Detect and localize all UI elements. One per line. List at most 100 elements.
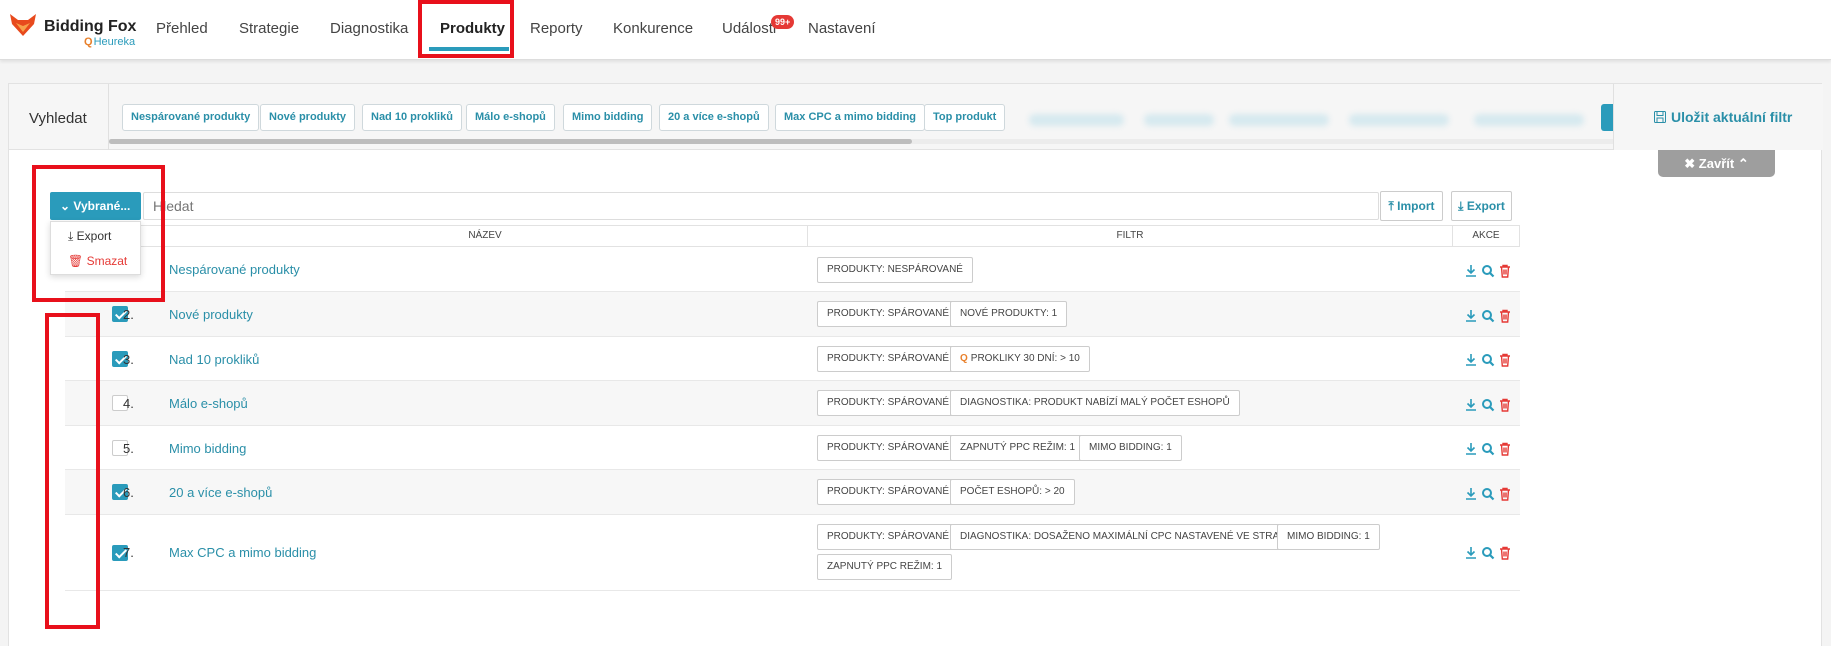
row-actions xyxy=(1464,263,1524,279)
highlight-produkty xyxy=(418,0,514,58)
search-icon[interactable] xyxy=(1481,263,1495,279)
filter-chip[interactable]: Málo e-shopů xyxy=(466,104,555,131)
trash-icon[interactable] xyxy=(1498,397,1512,413)
download-icon[interactable] xyxy=(1464,397,1478,413)
floppy-disk-icon xyxy=(1654,111,1666,123)
filter-tag: PRODUKTY: SPÁROVANÉ xyxy=(817,390,960,416)
filter-tag: PRODUKTY: NESPÁROVANÉ xyxy=(817,257,973,283)
logo-title: Bidding Fox xyxy=(44,18,137,35)
nav-prehled[interactable]: Přehled xyxy=(156,20,208,37)
main-card: Vyhledat Nespárované produkty Nové produ… xyxy=(8,83,1823,646)
download-icon[interactable] xyxy=(1464,545,1478,561)
search-icon[interactable] xyxy=(1481,441,1495,457)
fox-logo-icon xyxy=(10,14,36,36)
highlight-checkboxes xyxy=(45,313,100,629)
close-label: Zavřít xyxy=(1698,156,1735,171)
table-row: 3. Nad 10 prokliků PRODUKTY: SPÁROVANÉ Q… xyxy=(65,337,1520,381)
search-icon[interactable] xyxy=(1481,545,1495,561)
th-filter[interactable]: FILTR xyxy=(808,226,1453,246)
row-actions xyxy=(1464,545,1524,561)
search-icon[interactable] xyxy=(1481,352,1495,368)
filter-chip[interactable]: Top produkt xyxy=(924,104,1006,131)
row-actions xyxy=(1464,352,1524,368)
filter-tag: MIMO BIDDING: 1 xyxy=(1277,524,1380,550)
row-number: 5. xyxy=(123,441,134,456)
table-row: 2. Nové produkty PRODUKTY: SPÁROVANÉ NOV… xyxy=(65,292,1520,337)
row-name[interactable]: Mimo bidding xyxy=(169,441,246,456)
filter-tag: PRODUKTY: SPÁROVANÉ xyxy=(817,346,960,372)
download-icon[interactable] xyxy=(1464,486,1478,502)
dropdown-delete-label: Smazat xyxy=(86,254,128,268)
trash-icon: 🗑 xyxy=(68,254,84,268)
logo-subtitle-text: Heureka xyxy=(93,36,136,48)
row-number: 2. xyxy=(123,307,134,322)
chevron-up-icon: ⌃ xyxy=(1737,156,1749,171)
nav-diagnostika[interactable]: Diagnostika xyxy=(330,20,408,37)
save-filter-button[interactable]: Uložit aktuální filtr xyxy=(1613,84,1823,150)
row-name[interactable]: Nespárované produkty xyxy=(169,262,300,277)
table-row: Nespárované produkty PRODUKTY: NESPÁROVA… xyxy=(65,248,1520,292)
row-name[interactable]: Nové produkty xyxy=(169,307,253,322)
th-name[interactable]: NÁZEV xyxy=(163,226,808,246)
download-icon[interactable] xyxy=(1464,308,1478,324)
filter-tag: PRODUKTY: SPÁROVANÉ xyxy=(817,479,960,505)
upload-icon: ⤒ xyxy=(1388,199,1394,213)
filter-tag: ZAPNUTÝ PPC REŽIM: 1 xyxy=(817,554,953,580)
row-number: 4. xyxy=(123,396,134,411)
search-icon[interactable] xyxy=(1481,397,1495,413)
close-icon: ✖ xyxy=(1684,156,1696,171)
trash-icon[interactable] xyxy=(1498,545,1512,561)
filter-tag: ZAPNUTÝ PPC REŽIM: 1 xyxy=(950,435,1086,461)
filter-tag: Q PROKLIKY 30 DNÍ: > 10 xyxy=(950,346,1090,372)
trash-icon[interactable] xyxy=(1498,352,1512,368)
download-icon[interactable] xyxy=(1464,352,1478,368)
dropdown-delete[interactable]: 🗑 Smazat xyxy=(68,254,127,268)
row-actions xyxy=(1464,486,1524,502)
nav-reporty[interactable]: Reporty xyxy=(530,20,583,37)
filter-tag: POČET ESHOPŮ: > 20 xyxy=(950,479,1075,505)
row-name[interactable]: Málo e-shopů xyxy=(169,396,248,411)
th-actions: AKCE xyxy=(1472,230,1500,241)
trash-icon[interactable] xyxy=(1498,441,1512,457)
filter-chip[interactable]: Nespárované produkty xyxy=(122,104,260,131)
bulk-actions-dropdown: ⤓ Export 🗑 Smazat xyxy=(50,221,141,275)
nav-nastaveni[interactable]: Nastavení xyxy=(808,20,876,37)
filter-tag: MIMO BIDDING: 1 xyxy=(1079,435,1182,461)
nav-strategie[interactable]: Strategie xyxy=(239,20,299,37)
table-row: 4. Málo e-shopů PRODUKTY: SPÁROVANÉ DIAG… xyxy=(65,381,1520,426)
import-button[interactable]: ⤒ Import xyxy=(1380,191,1443,221)
export-button[interactable]: ⤓ Export xyxy=(1451,191,1512,221)
scrollbar-thumb[interactable] xyxy=(109,139,912,144)
logo[interactable]: Bidding Fox QHeureka xyxy=(10,12,150,52)
trash-icon[interactable] xyxy=(1498,486,1512,502)
trash-icon[interactable] xyxy=(1498,263,1512,279)
table-row: 5. Mimo bidding PRODUKTY: SPÁROVANÉ ZAPN… xyxy=(65,426,1520,470)
search-input[interactable] xyxy=(143,192,1379,220)
close-filters-button[interactable]: ✖ Zavřít ⌃ xyxy=(1658,150,1775,177)
filter-tag: PRODUKTY: SPÁROVANÉ xyxy=(817,301,960,327)
search-icon[interactable] xyxy=(1481,486,1495,502)
import-label: Import xyxy=(1397,199,1435,213)
row-name[interactable]: 20 a více e-shopů xyxy=(169,485,272,500)
nav-konkurence[interactable]: Konkurence xyxy=(613,20,693,37)
table-row: 7. Max CPC a mimo bidding PRODUKTY: SPÁR… xyxy=(65,515,1520,591)
row-name[interactable]: Nad 10 prokliků xyxy=(169,352,259,367)
nav-udalosti[interactable]: Události xyxy=(722,20,776,37)
trash-icon[interactable] xyxy=(1498,308,1512,324)
download-icon[interactable] xyxy=(1464,441,1478,457)
blurred-chip xyxy=(1144,114,1214,126)
row-number: 6. xyxy=(123,485,134,500)
filter-chip[interactable]: Nad 10 prokliků xyxy=(362,104,462,131)
filter-chip[interactable]: 20 a více e-shopů xyxy=(659,104,769,131)
search-icon[interactable] xyxy=(1481,308,1495,324)
dropdown-export-label: Export xyxy=(76,229,112,243)
row-actions xyxy=(1464,308,1524,324)
save-filter-content: Uložit aktuální filtr xyxy=(1654,109,1792,125)
row-name[interactable]: Max CPC a mimo bidding xyxy=(169,545,316,560)
filter-chip[interactable]: Nové produkty xyxy=(260,104,356,131)
logo-subtitle: QHeureka xyxy=(84,36,135,48)
filter-chip[interactable]: Mimo bidding xyxy=(563,104,653,131)
dropdown-export[interactable]: ⤓ Export xyxy=(68,229,111,244)
download-icon[interactable] xyxy=(1464,263,1478,279)
filter-chip[interactable]: Max CPC a mimo bidding xyxy=(775,104,926,131)
